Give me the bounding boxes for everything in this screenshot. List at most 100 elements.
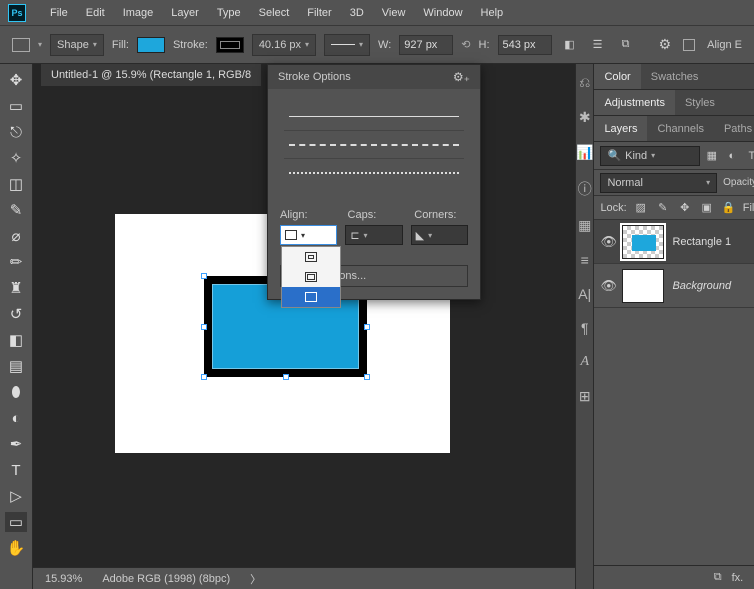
layer-background[interactable]: 👁 Background (594, 264, 754, 308)
eyedropper-tool[interactable]: ✎ (5, 200, 27, 220)
history-brush-tool[interactable]: ↺ (5, 304, 27, 324)
layer-thumb[interactable] (622, 225, 664, 259)
fill-swatch[interactable] (137, 37, 165, 53)
stroke-dotted-option[interactable] (284, 159, 464, 187)
stroke-solid-option[interactable] (284, 103, 464, 131)
menu-edit[interactable]: Edit (78, 3, 113, 23)
chevron-down-icon[interactable]: ▾ (38, 40, 42, 49)
stroke-width-input[interactable]: 40.16 px▾ (252, 34, 316, 56)
dodge-tool[interactable]: ◐ (5, 408, 27, 428)
layer-thumb[interactable] (622, 269, 664, 303)
lock-artboard-icon[interactable]: ▣ (699, 200, 715, 216)
menu-3d[interactable]: 3D (342, 3, 372, 23)
align-outside-option[interactable] (282, 287, 340, 307)
menu-type[interactable]: Type (209, 3, 249, 23)
path-select-tool[interactable]: ▷ (5, 486, 27, 506)
tab-color[interactable]: Color (594, 64, 640, 89)
eraser-tool[interactable]: ◧ (5, 330, 27, 350)
document-tab[interactable]: Untitled-1 @ 15.9% (Rectangle 1, RGB/8 (41, 64, 261, 86)
lock-all-icon[interactable]: 🔒 (721, 200, 737, 216)
gradient-tool[interactable]: ▤ (5, 356, 27, 376)
tab-channels[interactable]: Channels (647, 116, 713, 141)
visibility-toggle[interactable]: 👁 (600, 234, 614, 250)
stroke-dashed-option[interactable] (284, 131, 464, 159)
menu-help[interactable]: Help (473, 3, 512, 23)
hand-tool[interactable]: ✋ (5, 538, 27, 558)
align-center-option[interactable] (282, 267, 340, 287)
info-icon[interactable]: ⓘ (578, 179, 592, 199)
lasso-tool[interactable]: ⎋ (5, 122, 27, 142)
crop-tool[interactable]: ◫ (5, 174, 27, 194)
layer-filter-kind[interactable]: 🔍Kind▾ (600, 146, 699, 166)
color-profile[interactable]: Adobe RGB (1998) (8bpc) (102, 573, 230, 585)
lock-pixels-icon[interactable]: ✎ (655, 200, 671, 216)
handle-mr[interactable] (364, 324, 370, 330)
arrange-icon[interactable]: ⧉ (616, 35, 636, 55)
menu-select[interactable]: Select (251, 3, 298, 23)
actions-icon[interactable]: ▦ (578, 217, 591, 234)
handle-br[interactable] (364, 374, 370, 380)
glyphs-icon[interactable]: A (580, 354, 589, 370)
popup-gear-icon[interactable]: ⚙₊ (453, 70, 470, 84)
fx-icon[interactable]: fx. (732, 572, 744, 584)
rectangle-tool[interactable]: ▭ (5, 512, 27, 532)
move-tool[interactable]: ✥ (5, 70, 27, 90)
tab-layers[interactable]: Layers (594, 116, 647, 141)
corners-dropdown[interactable]: ◣▾ (411, 225, 468, 245)
type-tool[interactable]: T (5, 460, 27, 480)
lock-trans-icon[interactable]: ▨ (633, 200, 649, 216)
navigator-icon[interactable]: ✱ (579, 109, 591, 126)
gear-icon[interactable]: ⚙ (659, 36, 672, 53)
histogram-icon[interactable]: 📊 (576, 144, 593, 161)
handle-tl[interactable] (201, 273, 207, 279)
tab-styles[interactable]: Styles (675, 90, 725, 115)
paragraph-icon[interactable]: ¶ (581, 320, 589, 336)
handle-bl[interactable] (201, 374, 207, 380)
menu-filter[interactable]: Filter (299, 3, 339, 23)
width-input[interactable]: 927 px (399, 35, 453, 55)
filter-adjust-icon[interactable]: ◐ (724, 148, 740, 164)
lock-pos-icon[interactable]: ✥ (677, 200, 693, 216)
menu-layer[interactable]: Layer (163, 3, 207, 23)
zoom-level[interactable]: 15.93% (45, 573, 82, 585)
blend-mode-dropdown[interactable]: Normal▾ (600, 173, 717, 193)
layer-rectangle-1[interactable]: 👁 Rectangle 1 (594, 220, 754, 264)
layer-name[interactable]: Background (672, 280, 731, 292)
character-icon[interactable]: A| (578, 286, 591, 302)
filter-pixel-icon[interactable]: ▦ (704, 148, 720, 164)
wand-tool[interactable]: ✧ (5, 148, 27, 168)
properties-icon[interactable]: ≡ (581, 252, 589, 268)
chevron-right-icon[interactable]: 〉 (250, 571, 261, 587)
brushes-icon[interactable]: ⊞ (579, 388, 591, 405)
tab-paths[interactable]: Paths (714, 116, 754, 141)
stroke-style-dropdown[interactable]: ▾ (324, 34, 370, 56)
tab-adjustments[interactable]: Adjustments (594, 90, 675, 115)
tool-mode-dropdown[interactable]: Shape▾ (50, 34, 104, 56)
align-icon[interactable]: ☰ (588, 35, 608, 55)
checkbox-align-edges[interactable] (683, 39, 695, 51)
height-input[interactable]: 543 px (498, 35, 552, 55)
menu-window[interactable]: Window (415, 3, 470, 23)
handle-ml[interactable] (201, 324, 207, 330)
shape-preset-icon[interactable] (12, 38, 30, 52)
stroke-swatch[interactable] (216, 37, 244, 53)
handle-bm[interactable] (283, 374, 289, 380)
heal-tool[interactable]: ⌀ (5, 226, 27, 246)
menu-image[interactable]: Image (115, 3, 162, 23)
align-inside-option[interactable] (282, 247, 340, 267)
align-dropdown[interactable]: ▾ (280, 225, 337, 245)
history-icon[interactable]: ⎌ (579, 74, 590, 91)
link-layers-icon[interactable]: ⧉ (714, 571, 722, 584)
pen-tool[interactable]: ✒ (5, 434, 27, 454)
menu-file[interactable]: File (42, 3, 76, 23)
blur-tool[interactable]: ⬮ (5, 382, 27, 402)
tab-swatches[interactable]: Swatches (641, 64, 709, 89)
layer-name[interactable]: Rectangle 1 (672, 236, 731, 248)
caps-dropdown[interactable]: ⊏▾ (345, 225, 402, 245)
marquee-tool[interactable]: ▭ (5, 96, 27, 116)
pathop-icon[interactable]: ◧ (560, 35, 580, 55)
brush-tool[interactable]: ✏ (5, 252, 27, 272)
link-dimensions-icon[interactable]: ⟲ (461, 38, 470, 51)
menu-view[interactable]: View (374, 3, 414, 23)
visibility-toggle[interactable]: 👁 (600, 278, 614, 294)
